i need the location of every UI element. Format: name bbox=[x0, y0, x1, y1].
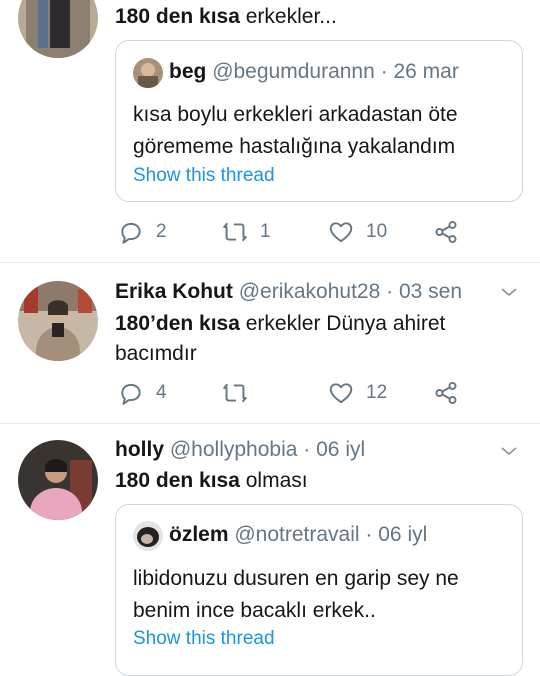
quoted-tweet-text-line-2: görememe hastalığına yakalandım bbox=[133, 135, 456, 158]
retweet-button[interactable] bbox=[222, 380, 260, 406]
separator-dot: · bbox=[386, 280, 394, 303]
separator-dot: · bbox=[365, 523, 373, 546]
like-button[interactable]: 10 bbox=[328, 219, 387, 245]
tweet-3-text: 180 den kısa olması bbox=[115, 466, 308, 496]
show-thread-link[interactable]: Show this thread bbox=[133, 628, 275, 650]
separator-dot: · bbox=[380, 60, 388, 83]
tweet-1-text-bold: 180 den kısa bbox=[115, 5, 240, 28]
quoted-tweet-avatar bbox=[133, 58, 163, 88]
quoted-tweet-handle: @begumdurannn bbox=[212, 60, 375, 83]
tweet-1[interactable]: 180 den kısa erkekler... beg @begumduran… bbox=[0, 0, 540, 263]
tweet-2-text-bold: 180’den kısa bbox=[115, 312, 240, 335]
quoted-tweet-name[interactable]: beg bbox=[169, 60, 206, 83]
tweet-1-text-rest: erkekler... bbox=[239, 5, 337, 28]
quoted-tweet-date[interactable]: 26 mar bbox=[393, 60, 458, 83]
reply-button[interactable]: 2 bbox=[118, 219, 167, 245]
share-icon bbox=[435, 381, 457, 405]
quoted-tweet-text-line-1: libidonuzu dusuren en garip sey ne bbox=[133, 567, 459, 590]
tweet-3-author-handle: @hollyphobia bbox=[169, 438, 298, 461]
tweet-2-author-name[interactable]: Erika Kohut bbox=[115, 280, 233, 303]
tweet-3-author-name[interactable]: holly bbox=[115, 438, 164, 461]
tweet-1-avatar[interactable] bbox=[18, 0, 98, 58]
tweet-3-text-bold: 180 den kısa bbox=[115, 469, 240, 492]
quoted-tweet[interactable]: özlem @notretravail · 06 iyl libidonuzu … bbox=[115, 504, 523, 676]
retweet-count: 1 bbox=[260, 221, 271, 242]
quoted-tweet-date[interactable]: 06 iyl bbox=[378, 523, 427, 546]
quoted-tweet-text-line-2: benim ince bacaklı erkek.. bbox=[133, 599, 376, 622]
reply-button[interactable]: 4 bbox=[118, 380, 167, 406]
like-count: 12 bbox=[366, 382, 388, 403]
like-count: 10 bbox=[366, 221, 388, 242]
reply-count: 2 bbox=[156, 221, 167, 242]
quoted-tweet-text: kısa boylu erkekleri arkadastan öte göre… bbox=[133, 99, 458, 163]
quoted-tweet[interactable]: beg @begumdurannn · 26 mar kısa boylu er… bbox=[115, 40, 523, 202]
retweet-button[interactable]: 1 bbox=[222, 219, 271, 245]
retweet-icon bbox=[223, 222, 247, 242]
like-icon bbox=[329, 383, 353, 404]
tweet-3-text-rest: olması bbox=[239, 469, 308, 492]
like-button[interactable]: 12 bbox=[328, 380, 387, 406]
quoted-tweet-avatar bbox=[133, 521, 163, 551]
retweet-icon bbox=[223, 383, 247, 403]
reply-count: 4 bbox=[156, 382, 167, 403]
tweet-2-text: 180’den kısa erkekler Dünya ahiret bacım… bbox=[115, 309, 445, 369]
tweet-2-date[interactable]: 03 sen bbox=[399, 280, 462, 303]
show-thread-link[interactable]: Show this thread bbox=[133, 165, 275, 187]
tweet-3-date[interactable]: 06 iyl bbox=[316, 438, 365, 461]
quoted-tweet-name[interactable]: özlem bbox=[169, 523, 229, 546]
tweet-2-avatar[interactable] bbox=[18, 281, 98, 361]
chevron-down-icon[interactable] bbox=[500, 442, 518, 460]
tweet-2[interactable]: Erika Kohut @erikakohut28 · 03 sen 180’d… bbox=[0, 263, 540, 424]
reply-icon bbox=[121, 383, 141, 405]
tweet-2-text-line-2: bacımdır bbox=[115, 342, 197, 365]
reply-icon bbox=[121, 222, 141, 244]
like-icon bbox=[329, 222, 353, 243]
tweet-2-author-handle: @erikakohut28 bbox=[238, 280, 381, 303]
share-button[interactable] bbox=[433, 219, 459, 245]
quoted-tweet-text: libidonuzu dusuren en garip sey ne benim… bbox=[133, 563, 459, 627]
separator-dot: · bbox=[303, 438, 311, 461]
chevron-down-icon[interactable] bbox=[500, 283, 518, 301]
quoted-tweet-text-line-1: kısa boylu erkekleri arkadastan öte bbox=[133, 103, 458, 126]
tweet-3[interactable]: holly @hollyphobia · 06 iyl 180 den kısa… bbox=[0, 424, 540, 676]
share-button[interactable] bbox=[433, 380, 459, 406]
share-icon bbox=[435, 220, 457, 244]
tweet-2-text-rest: erkekler Dünya ahiret bbox=[239, 312, 446, 335]
tweet-1-text: 180 den kısa erkekler... bbox=[115, 5, 337, 29]
tweet-3-avatar[interactable] bbox=[18, 440, 98, 520]
quoted-tweet-handle: @notretravail bbox=[234, 523, 360, 546]
